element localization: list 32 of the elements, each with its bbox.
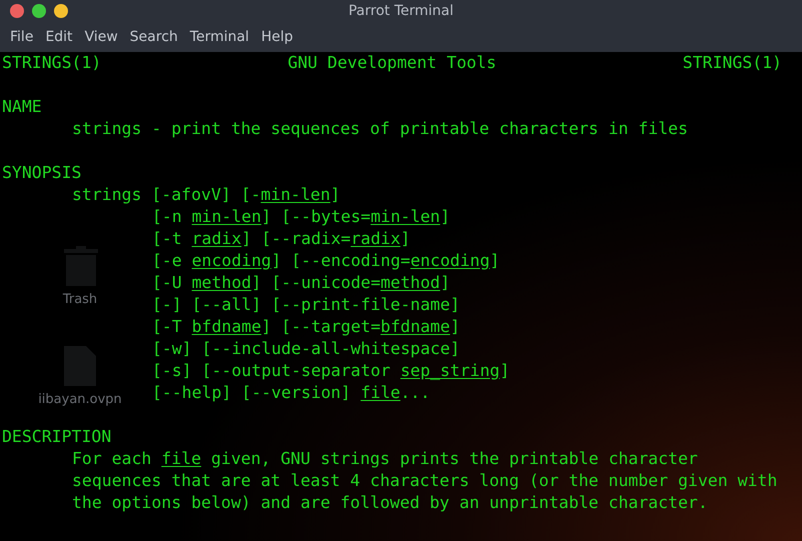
- minimize-button[interactable]: [54, 4, 68, 18]
- menu-item[interactable]: View: [78, 26, 124, 48]
- section-heading: DESCRIPTION: [2, 427, 112, 446]
- section-heading: SYNOPSIS: [2, 163, 82, 182]
- man-page-line: For each file given, GNU strings prints the printable character: [72, 449, 698, 468]
- menu-item[interactable]: Edit: [39, 26, 79, 48]
- menu-item[interactable]: File: [4, 26, 40, 48]
- man-page-title: GNU Development Tools: [288, 52, 496, 74]
- man-page-line: [-s] [--output-separator sep_string]: [152, 361, 510, 380]
- man-page-line: sequences that are at least 4 characters long (or the number given with: [72, 471, 778, 490]
- man-page-line: [-] [--all] [--print-file-name]: [152, 295, 460, 314]
- window-title: Parrot Terminal: [348, 3, 454, 19]
- man-page-line: strings - print the sequences of printable characters in files: [72, 119, 688, 138]
- menu-item[interactable]: Search: [124, 26, 184, 48]
- man-page-line: [-U method] [--unicode=method]: [152, 273, 450, 292]
- man-page-line: [-t radix] [--radix=radix]: [152, 229, 410, 248]
- man-page-line: [-e encoding] [--encoding=encoding]: [152, 251, 500, 270]
- man-page-line: strings [-afovV] [-min-len]: [72, 185, 340, 204]
- close-button[interactable]: [10, 4, 24, 18]
- man-page-header: STRINGS(1): [682, 52, 782, 74]
- desktop-icon-label[interactable]: Trash: [62, 292, 98, 307]
- man-page-line: [--help] [--version] file...: [152, 383, 430, 402]
- section-heading: NAME: [2, 97, 42, 116]
- man-page-line: the options below) and are followed by an unprintable character.: [72, 493, 708, 512]
- menu-item[interactable]: Terminal: [184, 26, 256, 48]
- desktop-icon-label[interactable]: iibayan.ovpn: [38, 392, 122, 407]
- menu-item[interactable]: Help: [255, 26, 299, 48]
- man-page-line: [-n min-len] [--bytes=min-len]: [152, 207, 450, 226]
- man-page-line: [-w] [--include-all-whitespace]: [152, 339, 460, 358]
- maximize-button[interactable]: [32, 4, 46, 18]
- man-page-header: STRINGS(1): [2, 52, 102, 74]
- man-page-line: [-T bfdname] [--target=bfdname]: [152, 317, 460, 336]
